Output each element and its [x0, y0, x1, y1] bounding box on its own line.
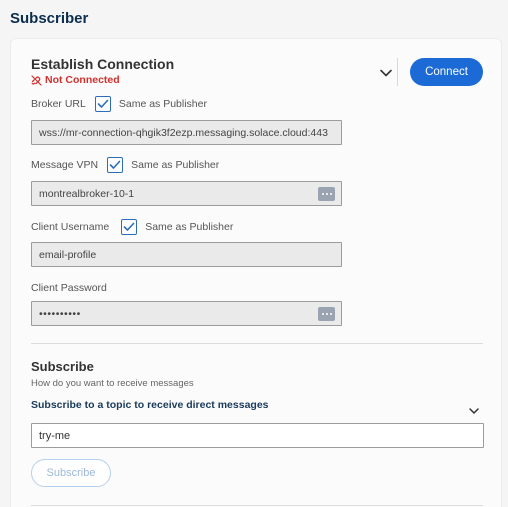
status-text: Not Connected — [45, 74, 120, 86]
client-password-field[interactable]: •••••••••• — [31, 301, 342, 326]
subscriber-card: Establish Connection Not Connected Conne… — [10, 38, 502, 507]
message-vpn-field[interactable]: montrealbroker-10-1 — [31, 181, 342, 206]
message-vpn-value: montrealbroker-10-1 — [39, 187, 135, 200]
connection-status: Not Connected — [31, 74, 120, 86]
message-vpn-same-checkbox[interactable] — [107, 157, 124, 173]
client-username-same-label: Same as Publisher — [145, 221, 234, 233]
more-dots-icon[interactable] — [318, 186, 335, 201]
section-divider — [31, 343, 483, 344]
subscribe-title: Subscribe — [31, 359, 94, 374]
bottom-divider — [31, 505, 483, 506]
broker-url-label-row: Broker URL Same as Publisher — [31, 96, 207, 112]
connection-title: Establish Connection — [31, 56, 175, 72]
more-dots-icon[interactable] — [318, 306, 335, 321]
broker-url-field[interactable]: wss://mr-connection-qhgik3f2ezp.messagin… — [31, 120, 342, 145]
client-username-value: email-profile — [39, 248, 97, 261]
broker-url-same-label: Same as Publisher — [118, 98, 207, 110]
chevron-down-icon[interactable] — [379, 66, 393, 78]
subscribe-mode-select[interactable]: Subscribe to a topic to receive direct m… — [31, 399, 269, 411]
check-icon — [123, 222, 135, 231]
client-password-value: •••••••••• — [39, 307, 81, 320]
check-icon — [109, 160, 121, 169]
broker-url-same-checkbox[interactable] — [94, 96, 111, 112]
subscribe-description: How do you want to receive messages — [31, 378, 194, 389]
client-password-label-row: Client Password — [31, 282, 107, 294]
broken-link-icon — [31, 74, 42, 86]
chevron-down-icon[interactable] — [468, 403, 480, 414]
broker-url-value: wss://mr-connection-qhgik3f2ezp.messagin… — [39, 126, 328, 139]
header-divider — [397, 58, 398, 86]
message-vpn-label: Message VPN — [31, 159, 99, 171]
check-icon — [97, 99, 109, 108]
subscribe-button[interactable]: Subscribe — [31, 459, 111, 487]
page-title: Subscriber — [10, 10, 89, 27]
client-username-label: Client Username — [31, 221, 110, 233]
broker-url-label: Broker URL — [31, 98, 86, 110]
connect-button[interactable]: Connect — [410, 58, 483, 86]
message-vpn-same-label: Same as Publisher — [131, 159, 220, 171]
client-username-field[interactable]: email-profile — [31, 242, 342, 267]
client-username-same-checkbox[interactable] — [121, 219, 138, 235]
message-vpn-label-row: Message VPN Same as Publisher — [31, 157, 219, 173]
client-username-label-row: Client Username Same as Publisher — [31, 219, 233, 235]
topic-input[interactable] — [31, 423, 484, 448]
client-password-label: Client Password — [31, 282, 107, 294]
